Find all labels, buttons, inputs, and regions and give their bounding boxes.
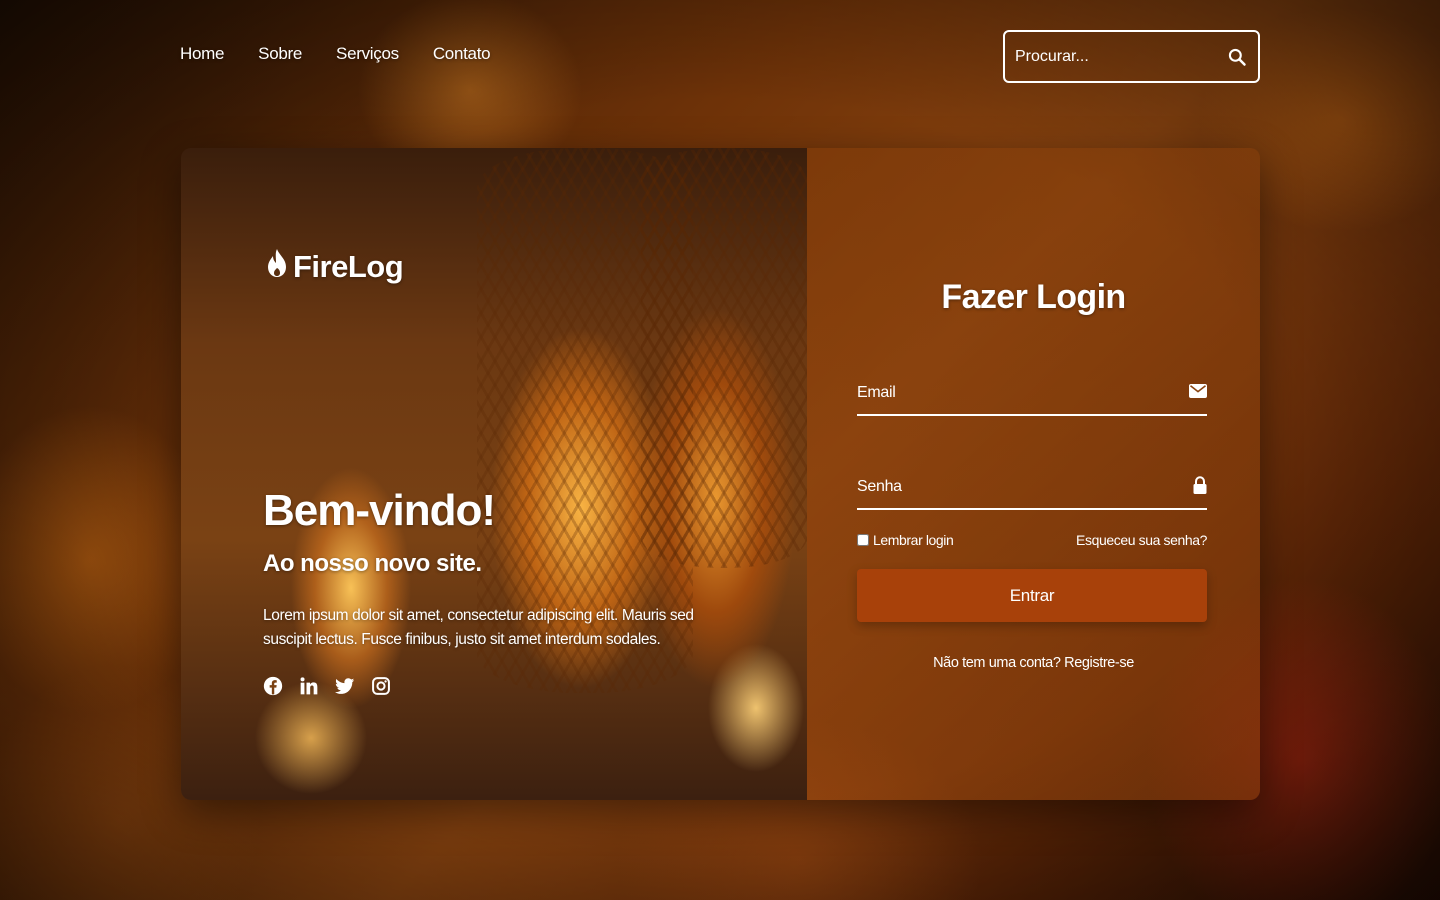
instagram-icon[interactable]	[371, 676, 391, 696]
nav-link-sobre[interactable]: Sobre	[258, 44, 302, 64]
login-card: FireLog Bem-vindo! Ao nosso novo site. L…	[181, 148, 1260, 800]
twitter-icon[interactable]	[335, 676, 355, 696]
envelope-icon	[1189, 383, 1207, 403]
remember-login[interactable]: Lembrar login	[857, 532, 954, 548]
register-link[interactable]: Registre-se	[1064, 655, 1134, 671]
hero-panel: FireLog Bem-vindo! Ao nosso novo site. L…	[181, 148, 807, 800]
social-links	[263, 676, 391, 696]
search-input[interactable]	[1015, 47, 1226, 66]
flame-icon	[265, 248, 289, 286]
password-field[interactable]	[857, 478, 1193, 496]
login-panel: Fazer Login Lembrar login Esqueceu sua s…	[807, 148, 1260, 800]
login-options: Lembrar login Esqueceu sua senha?	[857, 532, 1207, 548]
welcome-subtitle: Ao nosso novo site.	[263, 550, 482, 577]
welcome-description: Lorem ipsum dolor sit amet, consectetur …	[263, 607, 694, 648]
password-field-wrapper	[857, 466, 1207, 510]
email-field-wrapper	[857, 372, 1207, 416]
lock-icon	[1193, 475, 1207, 499]
logo: FireLog	[265, 248, 404, 286]
linkedin-icon[interactable]	[299, 676, 319, 696]
login-submit-button[interactable]: Entrar	[857, 569, 1207, 622]
facebook-icon[interactable]	[263, 676, 283, 696]
email-field[interactable]	[857, 384, 1189, 402]
remember-login-checkbox[interactable]	[857, 534, 869, 546]
forgot-password-link[interactable]: Esqueceu sua senha?	[1076, 532, 1207, 548]
nav-link-home[interactable]: Home	[180, 44, 224, 64]
search-icon[interactable]	[1226, 46, 1248, 68]
search-box	[1003, 30, 1260, 83]
register-prompt: Não tem uma conta? Registre-se	[807, 655, 1260, 671]
login-title: Fazer Login	[941, 278, 1126, 316]
nav-link-servicos[interactable]: Serviços	[336, 44, 399, 64]
welcome-heading: Bem-vindo!	[263, 486, 496, 535]
logo-text: FireLog	[293, 249, 404, 284]
main-nav: Home Sobre Serviços Contato	[180, 44, 491, 64]
remember-login-label: Lembrar login	[873, 532, 954, 548]
nav-link-contato[interactable]: Contato	[433, 44, 491, 64]
register-prompt-text: Não tem uma conta?	[933, 655, 1061, 671]
